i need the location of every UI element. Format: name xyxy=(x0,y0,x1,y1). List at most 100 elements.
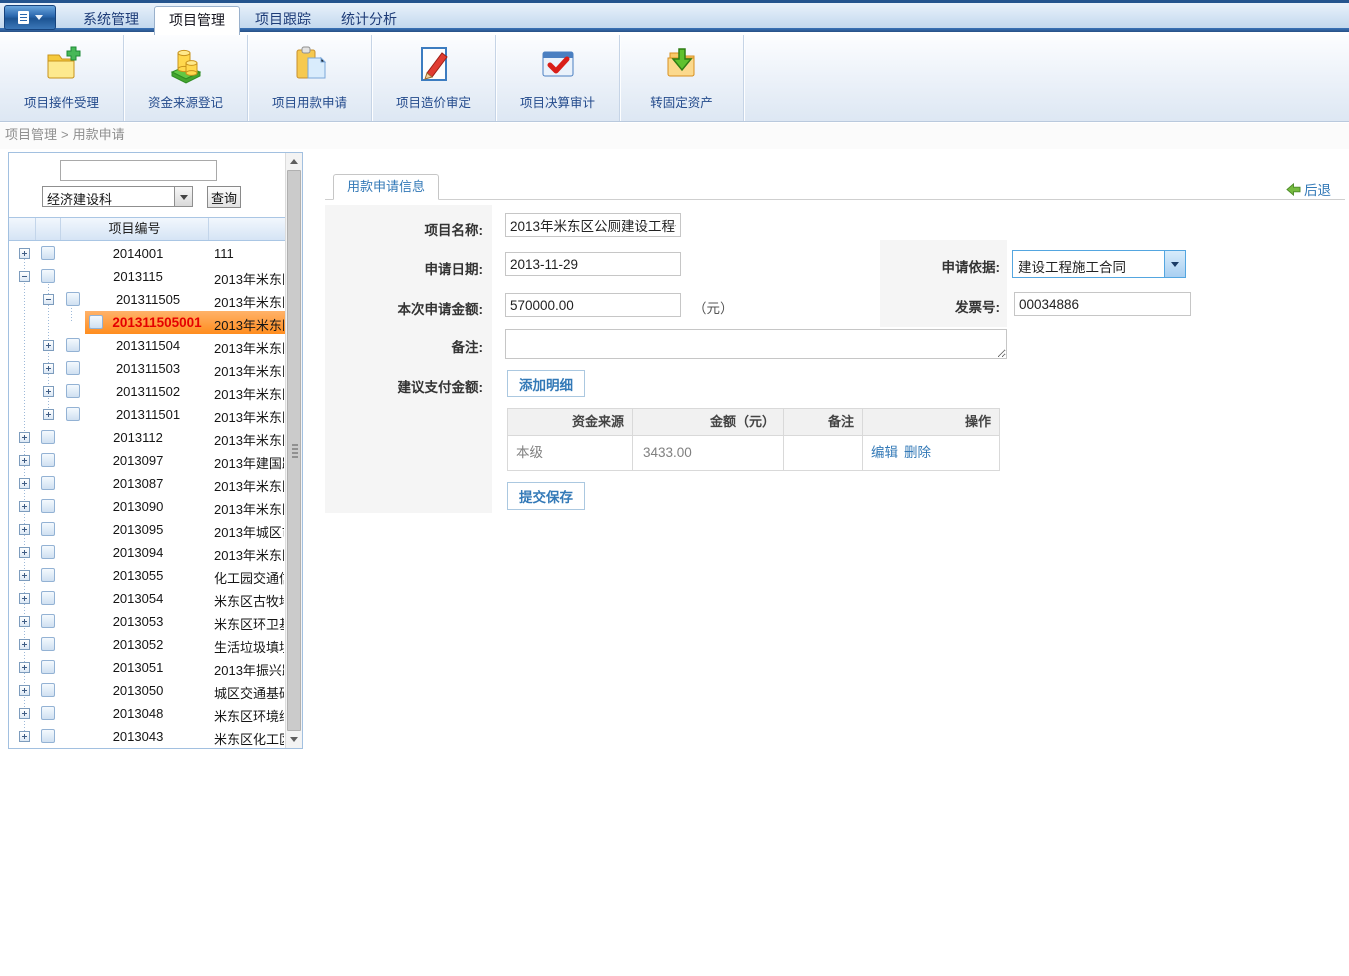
tree-checkbox[interactable] xyxy=(41,568,55,582)
tree-expand-icon[interactable] xyxy=(19,478,30,489)
search-input[interactable] xyxy=(60,160,217,181)
tree-checkbox[interactable] xyxy=(41,246,55,260)
tree-row[interactable]: 20130952013年城区市 xyxy=(9,518,285,541)
tree-expand-icon[interactable] xyxy=(19,731,30,742)
tree-expand-icon[interactable] xyxy=(43,386,54,397)
tab-payment-request-info[interactable]: 用款申请信息 xyxy=(333,174,439,200)
tree-expand-icon[interactable] xyxy=(19,547,30,558)
tree-row[interactable]: 20130972013年建国路 xyxy=(9,449,285,472)
tree-row[interactable]: 2013054米东区古牧地 xyxy=(9,587,285,610)
tree-row[interactable]: 2013048米东区环境综 xyxy=(9,702,285,725)
invoice-field[interactable] xyxy=(1014,292,1191,316)
tree-expand-icon[interactable] xyxy=(19,501,30,512)
menu-button[interactable] xyxy=(4,5,56,30)
tree-row[interactable]: 2013055化工园交通信 xyxy=(9,564,285,587)
tree-checkbox[interactable] xyxy=(41,706,55,720)
delete-link[interactable]: 删除 xyxy=(904,445,931,460)
toolbar-item[interactable]: 转固定资产 xyxy=(620,35,744,121)
tree-row[interactable]: 2013050城区交通基础 xyxy=(9,679,285,702)
tree-collapse-icon[interactable] xyxy=(19,271,30,282)
tree-checkbox[interactable] xyxy=(41,637,55,651)
tree-scrollbar[interactable] xyxy=(285,153,302,748)
toolbar-item[interactable]: 项目造价审定 xyxy=(372,35,496,121)
nav-tab[interactable]: 项目跟踪 xyxy=(240,6,326,35)
tree-checkbox[interactable] xyxy=(41,660,55,674)
tree-row[interactable]: 20131152013年米东区 xyxy=(9,265,285,288)
scrollbar-thumb[interactable] xyxy=(287,170,301,731)
tree-expand-icon[interactable] xyxy=(19,524,30,535)
tree-checkbox[interactable] xyxy=(41,269,55,283)
tree-expand-icon[interactable] xyxy=(19,432,30,443)
tree-checkbox[interactable] xyxy=(41,614,55,628)
scrollbar-down-icon[interactable] xyxy=(286,731,302,748)
tree-row[interactable]: 2013115050012013年米东区 xyxy=(9,311,285,334)
tree-checkbox[interactable] xyxy=(66,292,80,306)
tree-expand-icon[interactable] xyxy=(19,616,30,627)
toolbar-item[interactable]: 资金来源登记 xyxy=(124,35,248,121)
tree-checkbox[interactable] xyxy=(41,522,55,536)
tree-row[interactable]: 2013115052013年米东区 xyxy=(9,288,285,311)
tree-checkbox[interactable] xyxy=(66,384,80,398)
query-button[interactable]: 查询 xyxy=(207,186,241,208)
amount-field[interactable] xyxy=(505,293,681,317)
tree-checkbox[interactable] xyxy=(41,453,55,467)
tree-row[interactable]: 20131122013年米东区 xyxy=(9,426,285,449)
tree-expand-icon[interactable] xyxy=(19,685,30,696)
tree-expand-icon[interactable] xyxy=(19,570,30,581)
tree-expand-icon[interactable] xyxy=(19,708,30,719)
tree-checkbox[interactable] xyxy=(66,338,80,352)
tree-expand-icon[interactable] xyxy=(19,639,30,650)
tree-row[interactable]: 2013043米东区化工区 xyxy=(9,725,285,747)
add-detail-button[interactable]: 添加明细 xyxy=(507,370,585,397)
tree-expand-icon[interactable] xyxy=(19,662,30,673)
tree-row[interactable]: 2013052生活垃圾填埋 xyxy=(9,633,285,656)
tree-checkbox[interactable] xyxy=(41,476,55,490)
tree-row[interactable]: 2013053米东区环卫基 xyxy=(9,610,285,633)
detail-table-body: 本级3433.00编辑删除 xyxy=(508,436,999,471)
toolbar-item[interactable]: 项目用款申请 xyxy=(248,35,372,121)
tree-expand-icon[interactable] xyxy=(19,455,30,466)
tree-expand-icon[interactable] xyxy=(19,593,30,604)
basis-select[interactable]: 建设工程施工合同 xyxy=(1012,250,1186,278)
submit-save-button[interactable]: 提交保存 xyxy=(507,482,585,510)
department-select[interactable]: 经济建设科 xyxy=(42,186,193,207)
tree-checkbox[interactable] xyxy=(41,545,55,559)
tree-checkbox[interactable] xyxy=(41,683,55,697)
tree-row[interactable]: 2014001111 xyxy=(9,242,285,265)
tree-collapse-icon[interactable] xyxy=(43,294,54,305)
tree-row[interactable]: 2013115022013年米东区 xyxy=(9,380,285,403)
tree-expand-icon[interactable] xyxy=(43,363,54,374)
tree-row[interactable]: 20130942013年米东区 xyxy=(9,541,285,564)
project-name-field[interactable] xyxy=(505,213,681,237)
tree-row[interactable]: 20130902013年米东区 xyxy=(9,495,285,518)
tree-checkbox[interactable] xyxy=(41,729,55,743)
dropdown-arrow-icon[interactable] xyxy=(174,187,192,206)
nav-tab[interactable]: 项目管理 xyxy=(154,6,240,35)
toolbar-item[interactable]: 项目接件受理 xyxy=(0,35,124,121)
tree-row[interactable]: 20130512013年振兴路 xyxy=(9,656,285,679)
back-button[interactable]: 后退 xyxy=(1286,179,1331,199)
tree-checkbox[interactable] xyxy=(41,499,55,513)
tree-checkbox[interactable] xyxy=(41,430,55,444)
detail-table-header-cell: 金额（元） xyxy=(633,409,784,436)
tree-row[interactable]: 20130872013年米东区 xyxy=(9,472,285,495)
toolbar-item[interactable]: 项目决算审计 xyxy=(496,35,620,121)
dropdown-arrow-icon[interactable] xyxy=(1164,251,1185,277)
remark-field[interactable] xyxy=(505,329,1007,359)
apply-date-field[interactable] xyxy=(505,252,681,276)
tree-checkbox[interactable] xyxy=(66,407,80,421)
tree-expand-icon[interactable] xyxy=(43,340,54,351)
tree-row[interactable]: 2013115032013年米东区 xyxy=(9,357,285,380)
tree-expand-icon[interactable] xyxy=(43,409,54,420)
edit-link[interactable]: 编辑 xyxy=(871,445,898,460)
tree-row-code: 2013112 xyxy=(113,430,163,445)
scrollbar-up-icon[interactable] xyxy=(286,153,302,170)
tree-row[interactable]: 2013115042013年米东区 xyxy=(9,334,285,357)
tree-checkbox[interactable] xyxy=(89,315,103,329)
tree-expand-icon[interactable] xyxy=(19,248,30,259)
tree-checkbox[interactable] xyxy=(41,591,55,605)
tree-checkbox[interactable] xyxy=(66,361,80,375)
tree-row[interactable]: 2013115012013年米东区 xyxy=(9,403,285,426)
nav-tab[interactable]: 系统管理 xyxy=(68,6,154,35)
nav-tab[interactable]: 统计分析 xyxy=(326,6,412,35)
